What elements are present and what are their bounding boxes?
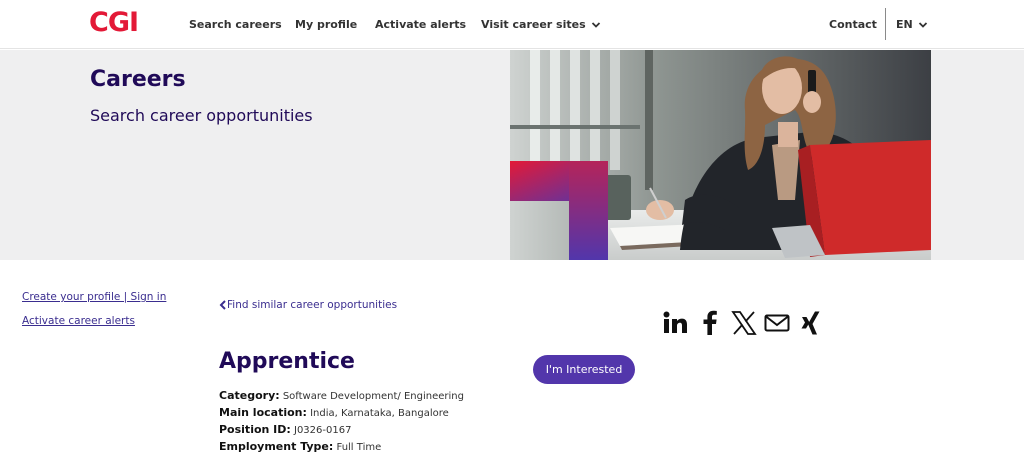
nav-activate-alerts[interactable]: Activate alerts (375, 0, 466, 49)
facebook-icon[interactable] (697, 309, 725, 337)
cgi-logo[interactable]: CGI (89, 9, 139, 37)
detail-value: India, Karnataka, Bangalore (310, 408, 449, 419)
job-detail-position-id: Position ID: J0326-0167 (219, 423, 351, 436)
nav-visit-career-sites[interactable]: Visit career sites (481, 0, 601, 49)
x-twitter-icon[interactable] (730, 309, 758, 337)
chevron-down-icon (918, 21, 927, 28)
detail-label: Employment Type: (219, 440, 334, 453)
detail-value: Full Time (336, 442, 382, 453)
language-selector[interactable]: EN (896, 0, 928, 49)
hero-photo-illustration (510, 50, 931, 260)
create-profile-link[interactable]: Create your profile | Sign in (22, 291, 166, 303)
site-header: CGI Search careers My profile Activate a… (0, 0, 1024, 49)
nav-contact[interactable]: Contact (829, 0, 877, 49)
activate-career-alerts-link[interactable]: Activate career alerts (22, 315, 135, 327)
job-title: Apprentice (219, 349, 355, 374)
nav-activate-alerts-label[interactable]: Activate alerts (375, 18, 466, 31)
detail-label: Position ID: (219, 423, 291, 436)
nav-search-careers-label[interactable]: Search careers (189, 18, 282, 31)
chevron-down-icon (591, 21, 600, 28)
nav-visit-career-sites-label[interactable]: Visit career sites (481, 18, 586, 31)
email-icon[interactable] (763, 309, 791, 337)
nav-my-profile[interactable]: My profile (295, 0, 357, 49)
job-detail-employment-type: Employment Type: Full Time (219, 440, 381, 453)
im-interested-button[interactable]: I'm Interested (533, 355, 635, 384)
detail-value: Software Development/ Engineering (282, 391, 464, 402)
nav-search-careers[interactable]: Search careers (189, 0, 282, 49)
job-detail-category: Category: Software Development/ Engineer… (219, 389, 464, 402)
find-similar-link[interactable]: Find similar career opportunities (219, 299, 397, 311)
hero-image (510, 50, 931, 260)
chevron-left-icon (219, 300, 226, 310)
nav-contact-label[interactable]: Contact (829, 18, 877, 31)
language-label[interactable]: EN (896, 18, 913, 31)
xing-icon[interactable] (797, 309, 825, 337)
page-title: Careers (90, 67, 186, 92)
find-similar-label[interactable]: Find similar career opportunities (227, 299, 397, 311)
linkedin-icon[interactable] (661, 309, 689, 337)
job-detail-main-location: Main location: India, Karnataka, Bangalo… (219, 406, 449, 419)
detail-label: Main location: (219, 406, 307, 419)
detail-value: J0326-0167 (294, 425, 352, 436)
nav-my-profile-label[interactable]: My profile (295, 18, 357, 31)
detail-label: Category: (219, 389, 280, 402)
page-subtitle: Search career opportunities (90, 106, 313, 125)
hero-banner: Careers Search career opportunities (0, 50, 1024, 260)
header-divider (885, 8, 886, 40)
